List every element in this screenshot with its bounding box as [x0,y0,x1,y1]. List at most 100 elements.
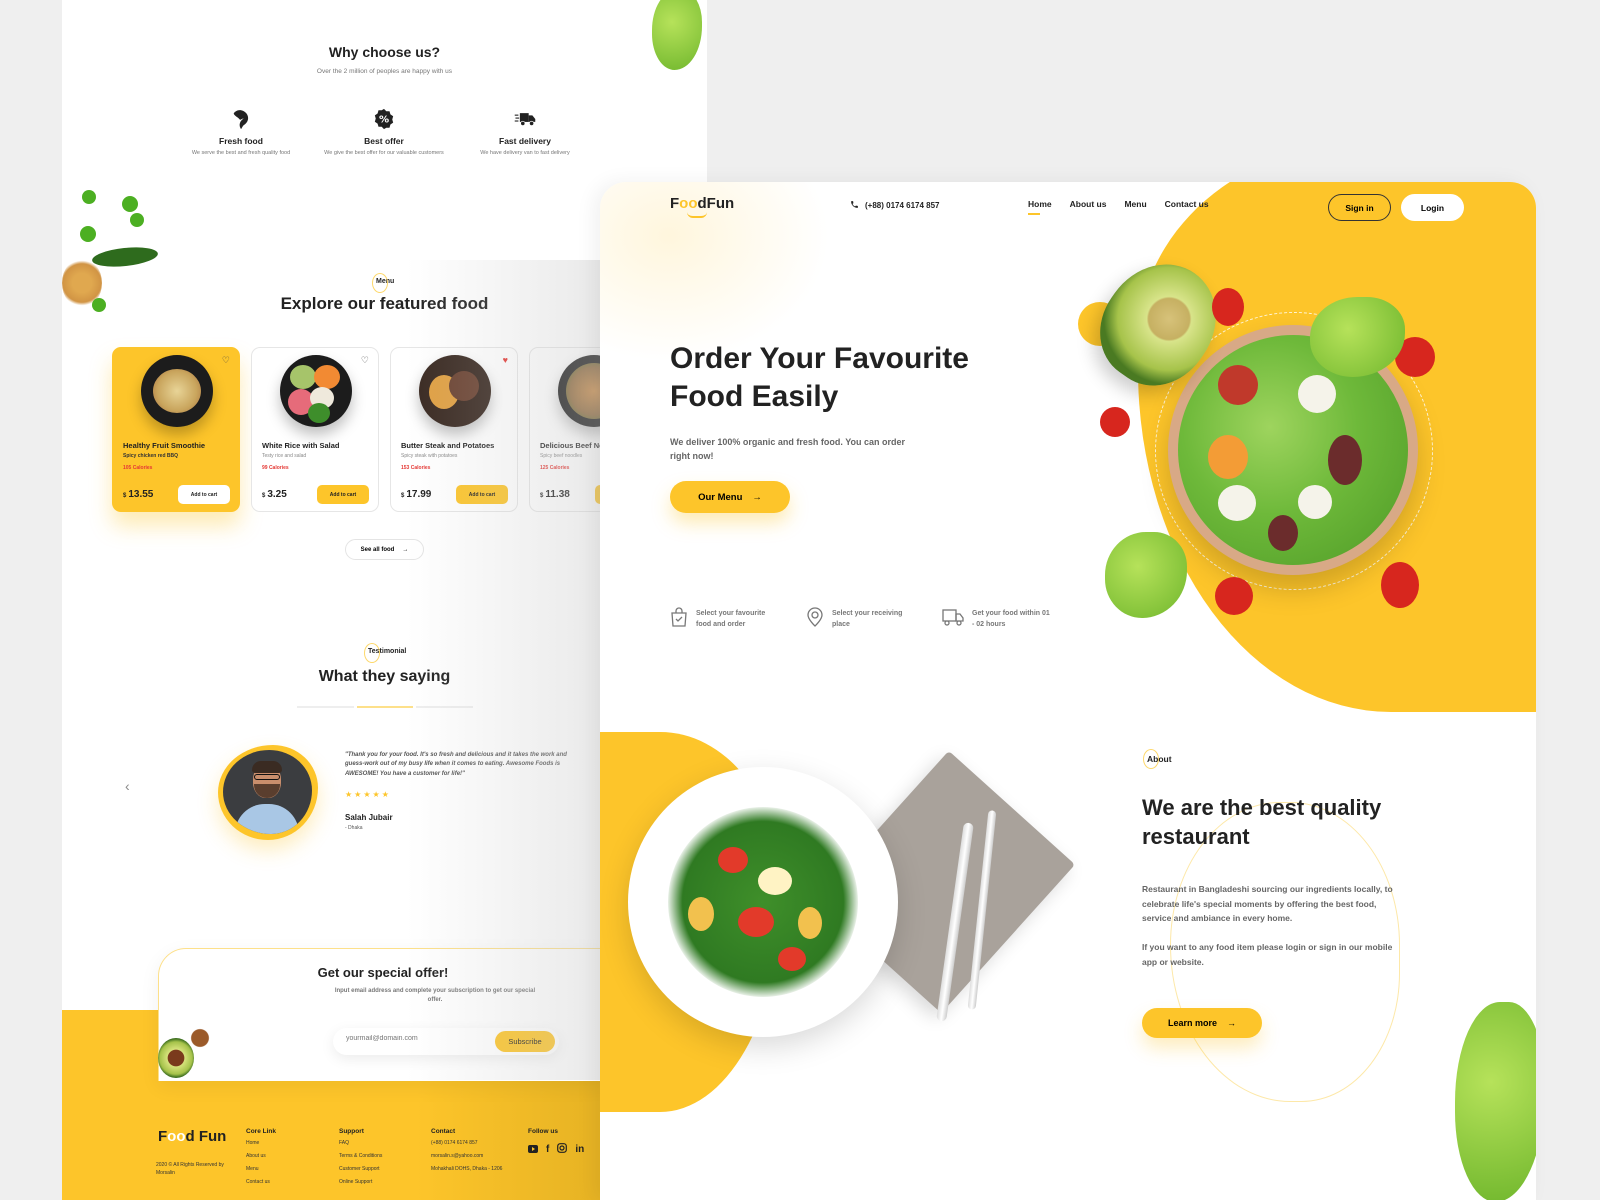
linkedin-icon[interactable]: in [575,1144,584,1155]
menu-section-tag: Menu [371,273,395,293]
why-subtitle: Over the 2 million of peoples are happy … [316,68,453,75]
footer-column-title: Support [339,1128,364,1135]
footer-logo[interactable]: Food Fun [158,1128,226,1145]
nav-menu[interactable]: Menu [1124,199,1146,209]
add-to-cart-button[interactable]: Add to cart [317,485,369,504]
lettuce-decoration [1455,1002,1536,1200]
footer-link[interactable]: About us [246,1153,276,1159]
favorite-heart-icon[interactable]: ♡ [361,355,369,366]
subscribe-button[interactable]: Subscribe [495,1031,555,1052]
pagination-dot[interactable] [297,706,354,708]
footer-link[interactable]: FAQ [339,1140,382,1146]
food-calories: 99 Calories [262,465,289,471]
offer-title: Get our special offer! [317,965,449,980]
testimonial-section-tag: Testimonial [363,643,407,663]
see-all-label: See all food [360,546,395,553]
food-image [141,355,213,427]
food-calories: 105 Calories [123,465,153,471]
why-title: Why choose us? [328,44,441,60]
rating-stars: ★★★★★ [345,790,391,799]
about-title: We are the best quality restaurant [1142,795,1382,849]
food-calories: 153 Calories [401,465,431,471]
footer-link[interactable]: Menu [246,1166,276,1172]
feature-title: Best offer [364,136,404,146]
tomato-image [1381,562,1419,608]
feature-fast-delivery: Fast delivery We have delivery van to fa… [465,108,585,157]
learn-more-button[interactable]: Learn more → [1142,1008,1262,1038]
nav-about-us[interactable]: About us [1070,199,1107,209]
about-section-tag: About [1143,749,1172,769]
logo[interactable]: FoodFun [670,195,734,218]
footer-link[interactable]: Customer Support [339,1166,382,1172]
discount-badge-icon: % [373,108,395,130]
nav-contact-us[interactable]: Contact us [1165,199,1209,209]
step-text: Select your favourite food and order [696,610,766,628]
footer-link[interactable]: Online Support [339,1179,382,1185]
favorite-heart-icon[interactable]: ♥ [503,355,508,365]
location-pin-icon [806,607,824,632]
login-button[interactable]: Login [1401,194,1464,221]
food-card[interactable]: ♡ White Rice with Salad Testy rice and s… [251,347,379,512]
food-price: $17.99 [401,489,432,500]
facebook-icon[interactable]: f [546,1144,549,1155]
food-price: $11.38 [540,489,570,500]
shopping-bag-icon [670,607,688,632]
delivery-truck-icon [942,608,964,631]
nav-home[interactable]: Home [1028,199,1052,215]
our-menu-button[interactable]: Our Menu → [670,481,790,513]
footer-email[interactable]: morsalin.s@yahoo.com [431,1153,502,1159]
footer-link[interactable]: Terms & Conditions [339,1153,382,1159]
step-item: Select your receiving place [806,607,916,632]
testimonial-quote: "Thank you for your food. It's so fresh … [345,752,567,777]
add-to-cart-button[interactable]: Add to cart [178,485,230,504]
header-phone[interactable]: (+88) 0174 6174 857 [850,200,940,211]
food-name: Healthy Fruit Smoothie [123,441,206,450]
feature-desc: We have delivery van to fast delivery [480,150,570,156]
footer-column-contact: Contact (+88) 0174 6174 857 morsalin.s@y… [431,1128,502,1179]
food-desc: Spicy beef noodles [540,453,583,459]
chevron-left-icon[interactable]: ‹ [125,778,130,794]
subscribe-form: Subscribe [333,1028,559,1055]
footer-link[interactable]: Home [246,1140,276,1146]
youtube-icon[interactable] [528,1140,538,1158]
avocado-spice-decoration [158,1020,228,1080]
order-steps: Select your favourite food and order Sel… [670,607,1052,632]
about-paragraph: If you want to any food item please logi… [1142,942,1393,967]
svg-text:%: % [379,115,389,126]
main-nav: Home About us Menu Contact us [1028,199,1209,215]
food-image [419,355,491,427]
sign-in-button[interactable]: Sign in [1328,194,1391,221]
pagination-dot[interactable] [416,706,474,708]
footer-phone[interactable]: (+88) 0174 6174 857 [431,1140,502,1146]
arrow-right-icon: → [1227,1018,1237,1028]
footer-link[interactable]: Contact us [246,1179,276,1185]
instagram-icon[interactable] [557,1140,568,1158]
hero-subtitle: We deliver 100% organic and fresh food. … [670,437,906,462]
food-name: Butter Steak and Potatoes [401,441,495,450]
tomato-image [1100,407,1130,437]
salad-plate-image [628,767,898,1037]
testimonial-pagination[interactable] [297,706,474,708]
phone-icon [850,200,859,211]
delivery-truck-icon [514,108,536,130]
email-input[interactable] [346,1035,486,1042]
phone-number: (+88) 0174 6174 857 [865,201,940,210]
about-paragraph: Restaurant in Bangladeshi sourcing our i… [1142,884,1393,924]
footer-column-core-link: Core Link Home About us Menu Contact us [246,1128,276,1192]
broccoli-icon [230,108,252,130]
step-text: Select your receiving place [832,610,903,628]
landing-page-hero: FoodFun (+88) 0174 6174 857 Home About u… [600,182,1536,1200]
food-name: White Rice with Salad [262,441,340,450]
footer-column-follow: Follow us f in [528,1128,584,1158]
food-card[interactable]: ♡ Healthy Fruit Smoothie Spicy chicken r… [112,347,240,512]
footer-copyright: 2020 © All Rights Reserved by Morsalin [156,1162,224,1176]
footer-column-title: Follow us [528,1128,558,1135]
step-text: Get your food within 01 - 02 hours [972,610,1050,628]
add-to-cart-button[interactable]: Add to cart [456,485,508,504]
see-all-food-button[interactable]: See all food → [345,539,424,560]
pagination-dot-active[interactable] [356,706,414,708]
favorite-heart-icon[interactable]: ♡ [222,355,230,366]
arrow-right-icon: → [402,546,409,553]
food-card[interactable]: ♥ Butter Steak and Potatoes Spicy steak … [390,347,518,512]
reviewer-avatar-frame [218,745,318,840]
